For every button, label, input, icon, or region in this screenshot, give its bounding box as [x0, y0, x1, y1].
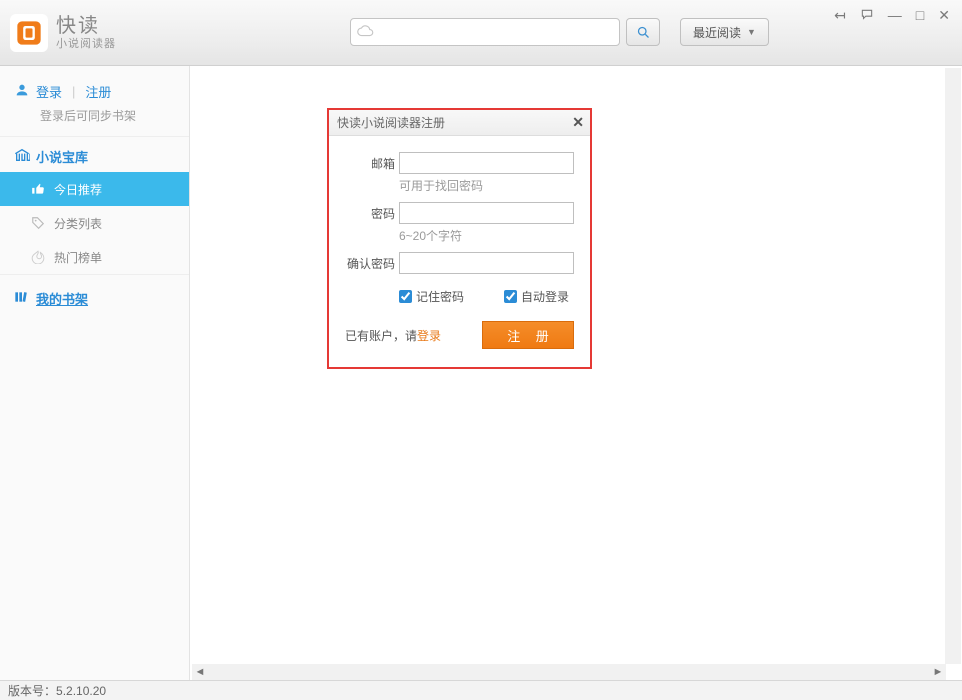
app-logo: 快读 小说阅读器: [10, 14, 116, 52]
dialog-title: 快读小说阅读器注册: [337, 114, 445, 131]
section-shelf-label: 我的书架: [36, 289, 88, 308]
register-link[interactable]: 注册: [85, 82, 111, 101]
pin-icon[interactable]: ↤: [834, 8, 846, 24]
close-button[interactable]: ✕: [938, 8, 950, 24]
tag-icon: [30, 216, 46, 230]
password-label: 密码: [345, 205, 395, 222]
email-hint: 可用于找回密码: [399, 177, 574, 194]
login-hint: 登录后可同步书架: [0, 105, 189, 136]
shelf-icon: [14, 290, 30, 307]
app-title: 快读: [56, 14, 116, 38]
app-subtitle: 小说阅读器: [56, 38, 116, 51]
register-button[interactable]: 注 册: [482, 321, 574, 349]
scrollbar-vertical[interactable]: [945, 68, 961, 664]
dialog-titlebar: 快读小说阅读器注册 ✕: [329, 110, 590, 136]
remember-checkbox-wrap[interactable]: 记住密码: [399, 288, 464, 305]
sidebar: 登录 | 注册 登录后可同步书架 小说宝库 今日推荐 分类列表: [0, 66, 190, 680]
maximize-button[interactable]: □: [916, 8, 924, 24]
nav-today[interactable]: 今日推荐: [0, 172, 189, 206]
minimize-button[interactable]: —: [888, 8, 902, 24]
feedback-icon[interactable]: [860, 8, 874, 24]
statusbar: 版本号：5.2.10.20: [0, 680, 962, 700]
confirm-password-label: 确认密码: [345, 255, 395, 272]
library-icon: [14, 148, 30, 165]
cloud-icon: [357, 24, 375, 41]
nav-categories[interactable]: 分类列表: [0, 206, 189, 240]
email-label: 邮箱: [345, 155, 395, 172]
nav-today-label: 今日推荐: [54, 181, 102, 198]
scrollbar-horizontal[interactable]: ◄ ►: [192, 664, 946, 680]
nav-ranking[interactable]: 热门榜单: [0, 240, 189, 274]
fire-icon: [30, 250, 46, 264]
user-icon: [14, 82, 30, 101]
version-value: 5.2.10.20: [56, 684, 106, 698]
section-library: 小说宝库: [0, 136, 189, 172]
dialog-close-button[interactable]: ✕: [572, 114, 584, 131]
titlebar: 快读 小说阅读器 最近阅读 ▼ ↤ — □ ✕: [0, 0, 962, 66]
scroll-left-icon[interactable]: ◄: [192, 666, 208, 678]
main-content: ◄ ► 快读小说阅读器注册 ✕ 邮箱 可用于找回密码 密码 6~20个字符: [190, 66, 962, 680]
search-input-wrap[interactable]: [350, 18, 620, 46]
scroll-right-icon[interactable]: ►: [930, 666, 946, 678]
confirm-password-input[interactable]: [399, 252, 574, 274]
password-hint: 6~20个字符: [399, 227, 574, 244]
login-link[interactable]: 登录: [36, 82, 62, 101]
autologin-checkbox-wrap[interactable]: 自动登录: [504, 288, 569, 305]
nav-ranking-label: 热门榜单: [54, 249, 102, 266]
section-shelf[interactable]: 我的书架: [0, 274, 189, 314]
window-controls: ↤ — □ ✕: [834, 8, 950, 24]
search-button[interactable]: [626, 18, 660, 46]
app-logo-icon: [10, 14, 48, 52]
password-input[interactable]: [399, 202, 574, 224]
recent-read-label: 最近阅读: [693, 24, 741, 41]
email-input[interactable]: [399, 152, 574, 174]
nav-categories-label: 分类列表: [54, 215, 102, 232]
thumb-icon: [30, 182, 46, 196]
version-label: 版本号：: [8, 682, 56, 699]
autologin-label: 自动登录: [521, 288, 569, 305]
remember-label: 记住密码: [416, 288, 464, 305]
chevron-down-icon: ▼: [747, 27, 756, 37]
existing-account-text: 已有账户，请登录: [345, 327, 441, 344]
recent-read-button[interactable]: 最近阅读 ▼: [680, 18, 769, 46]
login-link-dialog[interactable]: 登录: [417, 329, 441, 343]
section-library-label: 小说宝库: [36, 147, 88, 166]
autologin-checkbox[interactable]: [504, 290, 517, 303]
remember-checkbox[interactable]: [399, 290, 412, 303]
register-dialog: 快读小说阅读器注册 ✕ 邮箱 可用于找回密码 密码 6~20个字符 确认密码: [327, 108, 592, 369]
